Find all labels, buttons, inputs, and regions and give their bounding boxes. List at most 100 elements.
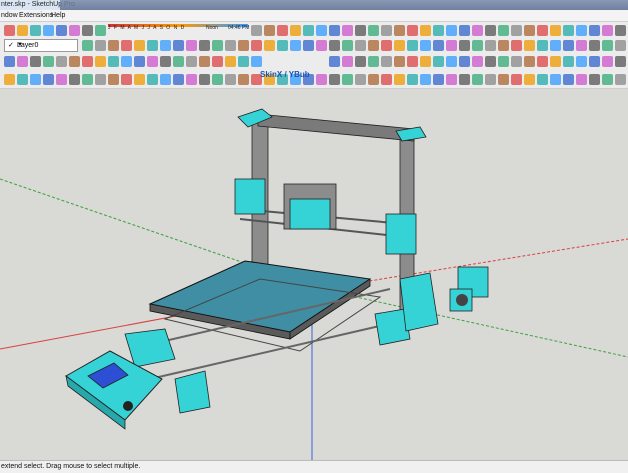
modeling-viewport[interactable] bbox=[0, 89, 628, 460]
toolbar-tool-icon[interactable] bbox=[264, 40, 275, 51]
toolbar-tool-icon[interactable] bbox=[394, 56, 405, 67]
toolbar-tool-icon[interactable] bbox=[381, 56, 392, 67]
toolbar-tool-icon[interactable] bbox=[69, 56, 80, 67]
toolbar-tool-icon[interactable] bbox=[420, 56, 431, 67]
toolbar-tool-icon[interactable] bbox=[173, 40, 184, 51]
toolbar-tool-icon[interactable] bbox=[329, 25, 340, 36]
toolbar-tool-icon[interactable] bbox=[355, 56, 366, 67]
toolbar-tool-icon[interactable] bbox=[602, 56, 613, 67]
toolbar-tool-icon[interactable] bbox=[563, 25, 574, 36]
toolbar-tool-icon[interactable] bbox=[173, 56, 184, 67]
toolbar-tool-icon[interactable] bbox=[316, 74, 327, 85]
toolbar-tool-icon[interactable] bbox=[576, 56, 587, 67]
toolbar-tool-icon[interactable] bbox=[420, 40, 431, 51]
toolbar-tool-icon[interactable] bbox=[537, 74, 548, 85]
toolbar-tool-icon[interactable] bbox=[186, 56, 197, 67]
toolbar-tool-icon[interactable] bbox=[329, 40, 340, 51]
toolbar-tool-icon[interactable] bbox=[212, 56, 223, 67]
toolbar-tool-icon[interactable] bbox=[433, 56, 444, 67]
toolbar-tool-icon[interactable] bbox=[251, 56, 262, 67]
toolbar-tool-icon[interactable] bbox=[550, 25, 561, 36]
toolbar-tool-icon[interactable] bbox=[95, 56, 106, 67]
toolbar-tool-icon[interactable] bbox=[524, 40, 535, 51]
toolbar-tool-icon[interactable] bbox=[82, 25, 93, 36]
toolbar-tool-icon[interactable] bbox=[368, 56, 379, 67]
toolbar-tool-icon[interactable] bbox=[615, 25, 626, 36]
toolbar-tool-icon[interactable] bbox=[30, 74, 41, 85]
toolbar-tool-icon[interactable] bbox=[563, 40, 574, 51]
toolbar-tool-icon[interactable] bbox=[82, 74, 93, 85]
toolbar-tool-icon[interactable] bbox=[69, 74, 80, 85]
toolbar-tool-icon[interactable] bbox=[134, 40, 145, 51]
toolbar-tool-icon[interactable] bbox=[394, 74, 405, 85]
toolbar-tool-icon[interactable] bbox=[498, 25, 509, 36]
toolbar-tool-icon[interactable] bbox=[121, 74, 132, 85]
toolbar-tool-icon[interactable] bbox=[433, 74, 444, 85]
toolbar-tool-icon[interactable] bbox=[212, 74, 223, 85]
toolbar-tool-icon[interactable] bbox=[108, 40, 119, 51]
toolbar-tool-icon[interactable] bbox=[407, 56, 418, 67]
toolbar-tool-icon[interactable] bbox=[160, 74, 171, 85]
toolbar-tool-icon[interactable] bbox=[238, 74, 249, 85]
toolbar-tool-icon[interactable] bbox=[108, 74, 119, 85]
toolbar-tool-icon[interactable] bbox=[30, 56, 41, 67]
toolbar-tool-icon[interactable] bbox=[524, 25, 535, 36]
toolbar-tool-icon[interactable] bbox=[381, 74, 392, 85]
toolbar-tool-icon[interactable] bbox=[511, 74, 522, 85]
toolbar-tool-icon[interactable] bbox=[498, 74, 509, 85]
toolbar-tool-icon[interactable] bbox=[121, 56, 132, 67]
toolbar-tool-icon[interactable] bbox=[381, 25, 392, 36]
toolbar-tool-icon[interactable] bbox=[277, 40, 288, 51]
toolbar-tool-icon[interactable] bbox=[537, 40, 548, 51]
toolbar-tool-icon[interactable] bbox=[433, 25, 444, 36]
toolbar-tool-icon[interactable] bbox=[511, 40, 522, 51]
toolbar-tool-icon[interactable] bbox=[550, 56, 561, 67]
toolbar-tool-icon[interactable] bbox=[147, 56, 158, 67]
toolbar-tool-icon[interactable] bbox=[602, 25, 613, 36]
toolbar-tool-icon[interactable] bbox=[446, 56, 457, 67]
toolbar-tool-icon[interactable] bbox=[342, 74, 353, 85]
toolbar-tool-icon[interactable] bbox=[316, 40, 327, 51]
toolbar-tool-icon[interactable] bbox=[186, 74, 197, 85]
toolbar-tool-icon[interactable] bbox=[329, 74, 340, 85]
toolbar-tool-icon[interactable] bbox=[199, 40, 210, 51]
toolbar-tool-icon[interactable] bbox=[420, 25, 431, 36]
toolbar-tool-icon[interactable] bbox=[485, 74, 496, 85]
toolbar-tool-icon[interactable] bbox=[264, 25, 275, 36]
toolbar-tool-icon[interactable] bbox=[368, 74, 379, 85]
toolbar-tool-icon[interactable] bbox=[407, 74, 418, 85]
toolbar-tool-icon[interactable] bbox=[524, 74, 535, 85]
toolbar-tool-icon[interactable] bbox=[407, 40, 418, 51]
toolbar-tool-icon[interactable] bbox=[485, 40, 496, 51]
toolbar-tool-icon[interactable] bbox=[82, 56, 93, 67]
toolbar-tool-icon[interactable] bbox=[199, 56, 210, 67]
toolbar-tool-icon[interactable] bbox=[472, 40, 483, 51]
toolbar-tool-icon[interactable] bbox=[186, 40, 197, 51]
toolbar-tool-icon[interactable] bbox=[511, 56, 522, 67]
toolbar-tool-icon[interactable] bbox=[446, 25, 457, 36]
toolbar-tool-icon[interactable] bbox=[134, 74, 145, 85]
toolbar-tool-icon[interactable] bbox=[173, 74, 184, 85]
toolbar-tool-icon[interactable] bbox=[329, 56, 340, 67]
toolbar-tool-icon[interactable] bbox=[342, 40, 353, 51]
toolbar-tool-icon[interactable] bbox=[472, 74, 483, 85]
toolbar-tool-icon[interactable] bbox=[589, 74, 600, 85]
toolbar-tool-icon[interactable] bbox=[498, 40, 509, 51]
toolbar-tool-icon[interactable] bbox=[290, 40, 301, 51]
menu-extensions[interactable]: Extensions bbox=[19, 10, 53, 21]
toolbar-tool-icon[interactable] bbox=[472, 56, 483, 67]
toolbar-tool-icon[interactable] bbox=[420, 74, 431, 85]
menu-window[interactable]: ndow bbox=[1, 10, 18, 21]
toolbar-tool-icon[interactable] bbox=[563, 56, 574, 67]
toolbar-tool-icon[interactable] bbox=[251, 40, 262, 51]
toolbar-tool-icon[interactable] bbox=[485, 56, 496, 67]
toolbar-tool-icon[interactable] bbox=[498, 56, 509, 67]
toolbar-tool-icon[interactable] bbox=[459, 25, 470, 36]
toolbar-tool-icon[interactable] bbox=[446, 40, 457, 51]
toolbar-tool-icon[interactable] bbox=[303, 25, 314, 36]
toolbar-tool-icon[interactable] bbox=[82, 40, 93, 51]
toolbar-tool-icon[interactable] bbox=[511, 25, 522, 36]
toolbar-tool-icon[interactable] bbox=[342, 56, 353, 67]
toolbar-tool-icon[interactable] bbox=[550, 40, 561, 51]
toolbar-tool-icon[interactable] bbox=[56, 25, 67, 36]
